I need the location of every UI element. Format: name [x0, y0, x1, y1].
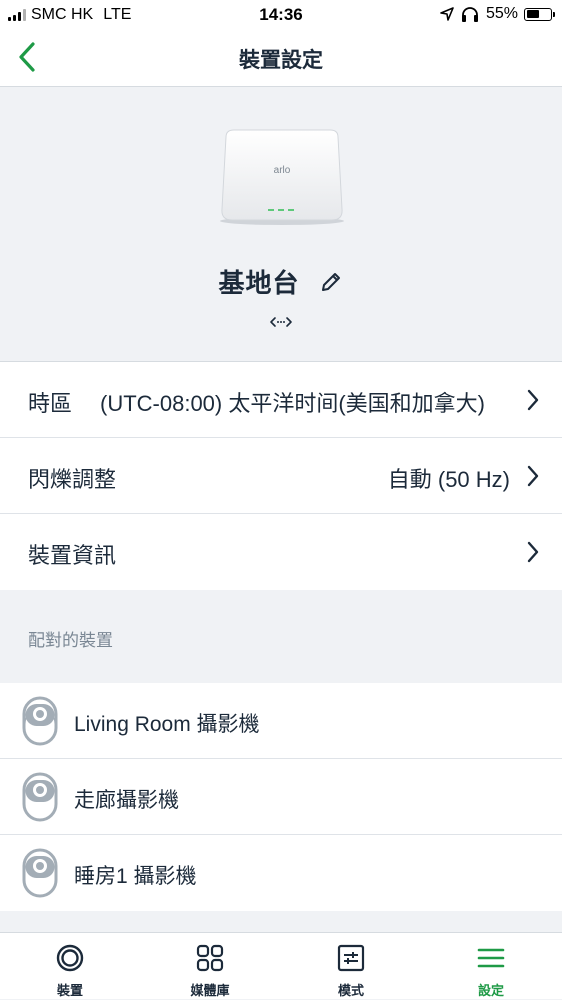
camera-icon — [22, 696, 58, 746]
link-arrows-icon — [270, 317, 292, 327]
camera-lens-icon — [56, 944, 84, 972]
headphones-icon — [461, 7, 478, 22]
base-station-image: arlo — [220, 129, 344, 225]
chevron-right-icon — [527, 389, 539, 411]
settings-list: 時區 (UTC-08:00) 太平洋时间(美国和加拿大) 閃爍調整 自動 (50… — [0, 362, 562, 590]
chevron-right-icon — [527, 465, 539, 487]
section-title: 配對的裝置 — [28, 631, 113, 650]
settings-row-label: 時區 — [28, 391, 73, 416]
battery-level-fill — [526, 10, 540, 18]
device-hero: arlo 基地台 — [0, 87, 562, 362]
settings-row-flicker[interactable]: 閃爍調整 自動 (50 Hz) — [0, 438, 562, 514]
navigation-bar: 裝置設定 — [0, 30, 562, 87]
list-footer-spacer — [0, 911, 562, 932]
chevron-right-icon — [527, 541, 539, 563]
pencil-icon — [321, 272, 340, 291]
camera-icon — [22, 848, 58, 898]
paired-devices-list: Living Room 攝影機 走廊攝影機 睡房1 攝影機 — [0, 683, 562, 911]
status-bar: SMC HK LTE 14:36 55% — [0, 0, 562, 30]
device-name-row: 基地台 — [0, 263, 562, 300]
settings-row-device-info[interactable]: 裝置資訊 — [0, 514, 562, 590]
tab-library[interactable]: 媒體庫 — [140, 933, 280, 1000]
tab-label: 裝置 — [56, 983, 83, 998]
settings-row-label: 閃爍調整 — [28, 467, 117, 492]
menu-icon — [477, 948, 505, 968]
list-item[interactable]: Living Room 攝影機 — [0, 683, 562, 759]
location-arrow-icon — [440, 7, 454, 21]
tab-label: 設定 — [477, 983, 504, 998]
tab-modes[interactable]: 模式 — [281, 933, 421, 1000]
device-name: 基地台 — [218, 268, 300, 298]
camera-icon — [22, 772, 58, 822]
timezone-value: (UTC-08:00) 太平洋时间(美国和加拿大) — [100, 391, 486, 416]
status-bar-right: 55% — [440, 5, 555, 23]
tab-label: 媒體庫 — [190, 983, 230, 998]
device-label: 走廊攝影機 — [74, 789, 179, 812]
device-label: Living Room 攝影機 — [74, 713, 260, 736]
battery-percent: 55% — [485, 5, 518, 22]
tab-settings[interactable]: 設定 — [421, 933, 561, 1000]
grid-icon — [196, 944, 224, 972]
device-brand-logo: arlo — [274, 165, 291, 176]
device-label: 睡房1 攝影機 — [74, 865, 197, 888]
tab-label: 模式 — [337, 983, 364, 998]
page-title: 裝置設定 — [239, 49, 323, 72]
tab-devices[interactable]: 裝置 — [0, 933, 140, 1000]
settings-row-timezone[interactable]: 時區 (UTC-08:00) 太平洋时间(美国和加拿大) — [0, 362, 562, 438]
edit-name-button[interactable] — [318, 269, 344, 295]
list-item[interactable]: 睡房1 攝影機 — [0, 835, 562, 911]
settings-row-label: 裝置資訊 — [28, 543, 117, 568]
battery-icon — [524, 7, 555, 21]
paired-devices-header: 配對的裝置 — [0, 590, 562, 683]
tab-bar: 裝置 媒體庫 模式 設定 — [0, 932, 562, 999]
list-item[interactable]: 走廊攝影機 — [0, 759, 562, 835]
flicker-value: 自動 (50 Hz) — [387, 467, 510, 492]
sliders-icon — [337, 944, 365, 972]
